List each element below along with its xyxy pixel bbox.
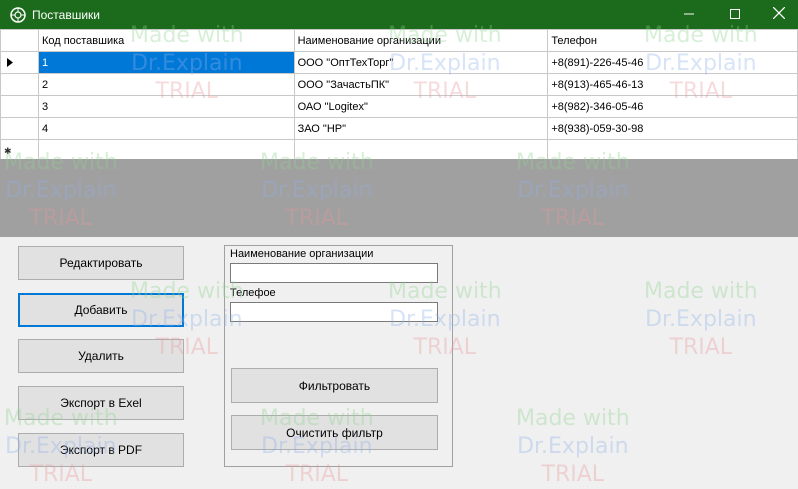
organization-filter-label: Наименование организации [230, 248, 374, 260]
cell-phone[interactable]: +8(913)-465-46-13 [547, 73, 798, 96]
table-row[interactable]: 1 ООО "ОптТехТорг" +8(891)-226-45-46 [0, 51, 798, 74]
close-button[interactable] [756, 0, 798, 29]
window-title: Поставшики [32, 7, 100, 22]
column-header-supplier-code[interactable]: Код поставшика [37, 29, 295, 52]
cell-organization-name[interactable]: ЗАО "НР" [293, 117, 549, 140]
row-pointer-icon [1, 58, 37, 67]
new-row-icon: ✱ [4, 146, 12, 156]
cell-supplier-code[interactable]: 1 [37, 51, 295, 74]
clear-filter-button[interactable]: Очистить фильтр [231, 415, 438, 450]
filter-button[interactable]: Фильтровать [231, 368, 438, 403]
phone-filter-label: Телефое [230, 287, 276, 299]
cell-supplier-code[interactable]: 4 [37, 117, 295, 140]
export-pdf-button[interactable]: Экспорт в PDF [18, 433, 184, 467]
cell-organization-name[interactable]: ООО "ЗачастьПК" [293, 73, 549, 96]
edit-button[interactable]: Редактировать [18, 246, 184, 280]
export-excel-button[interactable]: Экспорт в Exel [18, 386, 184, 420]
table-row[interactable]: 4 ЗАО "НР" +8(938)-059-30-98 [0, 117, 798, 140]
title-bar: Поставшики [0, 0, 798, 29]
organization-filter-input[interactable] [230, 263, 438, 283]
maximize-button[interactable] [712, 0, 758, 29]
cell-organization-name[interactable]: ОАО "Logitex" [293, 95, 549, 118]
grid-header-row: Код поставшика Наименование организации … [0, 29, 798, 52]
table-row[interactable]: 2 ООО "ЗачастьПК" +8(913)-465-46-13 [0, 73, 798, 96]
cell-supplier-code[interactable]: 2 [37, 73, 295, 96]
close-icon [772, 6, 786, 22]
minimize-button[interactable] [666, 0, 712, 29]
phone-filter-input[interactable] [230, 302, 438, 322]
delete-button[interactable]: Удалить [18, 339, 184, 373]
app-logo-icon [10, 6, 26, 23]
row-header[interactable] [0, 117, 39, 140]
cell-supplier-code[interactable]: 3 [37, 95, 295, 118]
column-header-phone[interactable]: Телефон [547, 29, 798, 52]
cell-phone[interactable]: +8(982)-346-05-46 [547, 95, 798, 118]
cell-organization-name[interactable]: ООО "ОптТехТорг" [293, 51, 549, 74]
cell-phone[interactable]: +8(938)-059-30-98 [547, 117, 798, 140]
cell-phone[interactable]: +8(891)-226-45-46 [547, 51, 798, 74]
row-header[interactable] [0, 51, 39, 74]
column-header-organization-name[interactable]: Наименование организации [293, 29, 549, 52]
maximize-icon [730, 8, 740, 22]
table-row[interactable]: 3 ОАО "Logitex" +8(982)-346-05-46 [0, 95, 798, 118]
suppliers-grid[interactable]: Код поставшика Наименование организации … [0, 29, 798, 162]
row-header[interactable] [0, 95, 39, 118]
row-header[interactable] [0, 73, 39, 96]
minimize-icon [684, 8, 694, 22]
row-header-corner [0, 29, 39, 52]
add-button[interactable]: Добавить [18, 293, 184, 327]
